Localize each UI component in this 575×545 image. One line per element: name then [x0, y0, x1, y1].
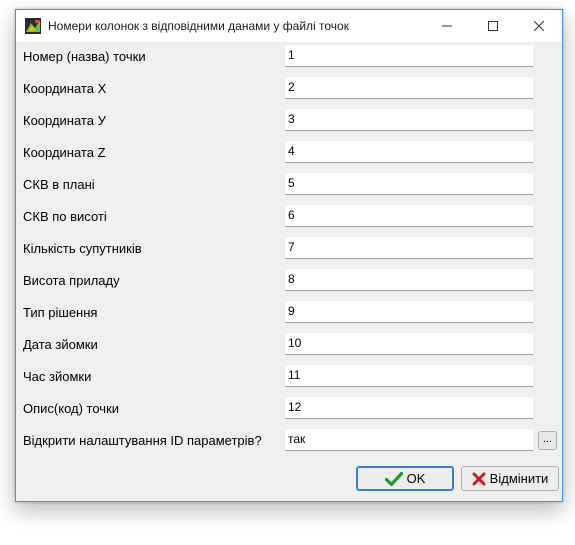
field-row-point-description: Опис(код) точки 12 [16, 397, 562, 421]
field-row-coordinate-x: Координата X 2 [16, 77, 562, 101]
maximize-icon [488, 21, 498, 31]
cancel-button-label: Відмінити [489, 471, 549, 486]
rms-plan-input[interactable]: 5 [285, 173, 533, 195]
survey-time-input[interactable]: 11 [285, 365, 533, 387]
field-row-point-number: Номер (назва) точки 1 [16, 45, 562, 69]
field-label: Висота приладу [23, 273, 120, 288]
coordinate-x-input[interactable]: 2 [285, 77, 533, 99]
field-label: Час зйомки [23, 369, 92, 384]
dialog-window: Номери колонок з відповідними данами у ф… [15, 9, 563, 502]
maximize-button[interactable] [470, 10, 516, 42]
survey-date-input[interactable]: 10 [285, 333, 533, 355]
field-row-solution-type: Тип рішення 9 [16, 301, 562, 325]
satellites-input[interactable]: 7 [285, 237, 533, 259]
coordinate-y-input[interactable]: 3 [285, 109, 533, 131]
field-row-coordinate-z: Координата Z 4 [16, 141, 562, 165]
window-title: Номери колонок з відповідними данами у ф… [48, 19, 349, 33]
field-label: Номер (назва) точки [23, 49, 146, 64]
field-row-open-id-settings: Відкрити налаштування ID параметрів? так… [16, 429, 562, 453]
field-label: Опис(код) точки [23, 401, 120, 416]
field-label: Координата X [23, 81, 107, 96]
field-row-coordinate-y: Координата У 3 [16, 109, 562, 133]
cancel-button[interactable]: Відмінити [461, 466, 559, 491]
solution-type-input[interactable]: 9 [285, 301, 533, 323]
field-label: Кількість супутників [23, 241, 142, 256]
field-label: Тип рішення [23, 305, 98, 320]
app-icon [25, 18, 41, 34]
ok-button[interactable]: OK [356, 466, 454, 491]
close-button[interactable] [516, 10, 562, 42]
field-row-satellites: Кількість супутників 7 [16, 237, 562, 261]
field-label: Координата У [23, 113, 106, 128]
field-row-survey-date: Дата зйомки 10 [16, 333, 562, 357]
field-label: Відкрити налаштування ID параметрів? [23, 433, 262, 448]
minimize-button[interactable] [424, 10, 470, 42]
browse-ellipsis-button[interactable]: ... [538, 431, 557, 450]
open-id-settings-input[interactable]: так [285, 429, 533, 451]
instrument-height-input[interactable]: 8 [285, 269, 533, 291]
checkmark-icon [384, 471, 403, 487]
field-label: Дата зйомки [23, 337, 98, 352]
field-label: Координата Z [23, 145, 106, 160]
field-row-rms-height: СКВ по висоті 6 [16, 205, 562, 229]
field-row-survey-time: Час зйомки 11 [16, 365, 562, 389]
point-description-input[interactable]: 12 [285, 397, 533, 419]
close-icon [534, 21, 544, 31]
field-label: СКВ в плані [23, 177, 95, 192]
minimize-icon [442, 25, 452, 27]
field-row-rms-plan: СКВ в плані 5 [16, 173, 562, 197]
rms-height-input[interactable]: 6 [285, 205, 533, 227]
x-mark-icon [472, 472, 486, 486]
coordinate-z-input[interactable]: 4 [285, 141, 533, 163]
field-label: СКВ по висоті [23, 209, 107, 224]
title-bar[interactable]: Номери колонок з відповідними данами у ф… [16, 10, 562, 42]
ok-button-label: OK [406, 471, 426, 486]
point-number-input[interactable]: 1 [285, 45, 533, 67]
field-row-instrument-height: Висота приладу 8 [16, 269, 562, 293]
